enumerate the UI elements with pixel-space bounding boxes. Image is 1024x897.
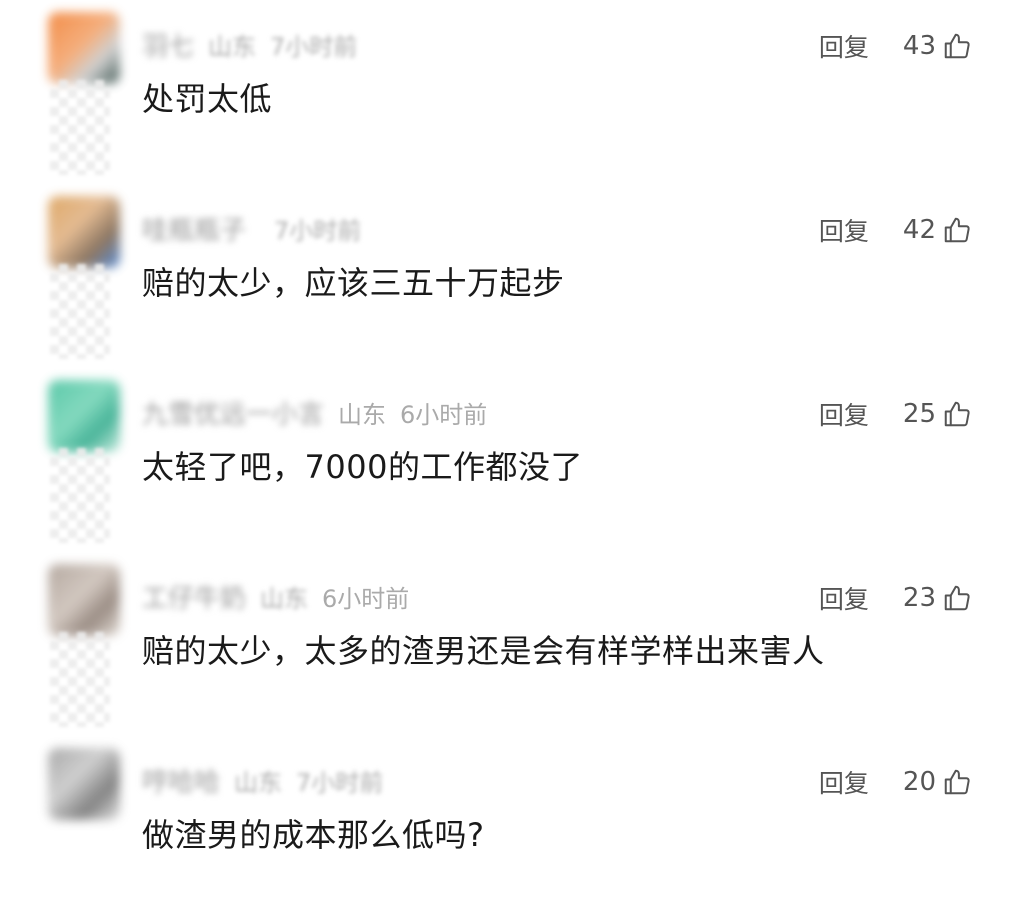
blurred-decoration <box>50 80 110 175</box>
comment-meta: 哼哈哈 山东 7小时前 <box>142 760 383 800</box>
comment-meta: 羽七 山东 7小时前 <box>142 24 357 64</box>
comment-actions: 回复 42 <box>819 208 972 252</box>
username[interactable]: 哇瓶瓶子 <box>142 210 246 247</box>
timestamp: 7小时前 <box>274 216 362 245</box>
comment-text: 赔的太少，应该三五十万起步 <box>142 264 565 302</box>
timestamp: 6小时前 <box>400 400 488 429</box>
timestamp: 7小时前 <box>296 768 384 797</box>
username[interactable]: 九雪优远一小言 <box>142 394 324 431</box>
like-count: 23 <box>902 583 936 613</box>
thumbs-up-icon[interactable] <box>942 767 972 797</box>
comment-meta: 工仔牛奶 山东 6小时前 <box>142 576 409 616</box>
comment-item: 哼哈哈 山东 7小时前 回复 20 做渣男的成本那么低吗? <box>0 736 1024 886</box>
thumbs-up-icon[interactable] <box>942 583 972 613</box>
reply-button[interactable]: 回复 <box>819 580 869 616</box>
comment-actions: 回复 25 <box>819 392 972 436</box>
thumbs-up-icon[interactable] <box>942 215 972 245</box>
timestamp: 7小时前 <box>270 32 358 61</box>
like-count: 42 <box>902 215 936 245</box>
comment-actions: 回复 23 <box>819 576 972 620</box>
avatar[interactable] <box>48 380 120 452</box>
comment-actions: 回复 20 <box>819 760 972 804</box>
comment-text: 赔的太少，太多的渣男还是会有样学样出来害人 <box>142 632 825 670</box>
comment-item: 工仔牛奶 山东 6小时前 回复 23 赔的太少，太多的渣男还是会有样学样出来害人 <box>0 552 1024 727</box>
comment-meta: 九雪优远一小言 山东 6小时前 <box>142 392 487 432</box>
reply-button[interactable]: 回复 <box>819 396 869 432</box>
comment-text: 处罚太低 <box>142 80 273 118</box>
like-count: 25 <box>902 399 936 429</box>
region-label: 山东 <box>208 32 257 61</box>
avatar[interactable] <box>48 748 120 820</box>
comment-list: 羽七 山东 7小时前 回复 43 处罚太低 哇瓶瓶子 7小时前 回复 42 赔的… <box>0 0 1024 897</box>
avatar[interactable] <box>48 196 120 268</box>
blurred-decoration <box>50 264 110 359</box>
region-label: 山东 <box>338 400 387 429</box>
comment-text: 做渣男的成本那么低吗? <box>142 816 485 854</box>
region-label: 山东 <box>260 584 309 613</box>
region-label: 山东 <box>234 768 283 797</box>
avatar[interactable] <box>48 12 120 84</box>
username[interactable]: 哼哈哈 <box>142 762 220 799</box>
username[interactable]: 羽七 <box>142 26 194 63</box>
comment-meta: 哇瓶瓶子 7小时前 <box>142 208 361 248</box>
comment-item: 哇瓶瓶子 7小时前 回复 42 赔的太少，应该三五十万起步 <box>0 184 1024 359</box>
like-count: 20 <box>902 767 936 797</box>
thumbs-up-icon[interactable] <box>942 399 972 429</box>
avatar[interactable] <box>48 564 120 636</box>
blurred-decoration <box>50 448 110 543</box>
reply-button[interactable]: 回复 <box>819 764 869 800</box>
blurred-decoration <box>50 632 110 727</box>
username[interactable]: 工仔牛奶 <box>142 578 246 615</box>
like-count: 43 <box>902 31 936 61</box>
reply-button[interactable]: 回复 <box>819 212 869 248</box>
comment-actions: 回复 43 <box>819 24 972 68</box>
reply-button[interactable]: 回复 <box>819 28 869 64</box>
comment-text: 太轻了吧，7000的工作都没了 <box>142 448 583 486</box>
timestamp: 6小时前 <box>322 584 410 613</box>
thumbs-up-icon[interactable] <box>942 31 972 61</box>
comment-item: 羽七 山东 7小时前 回复 43 处罚太低 <box>0 0 1024 175</box>
comment-item: 九雪优远一小言 山东 6小时前 回复 25 太轻了吧，7000的工作都没了 <box>0 368 1024 543</box>
